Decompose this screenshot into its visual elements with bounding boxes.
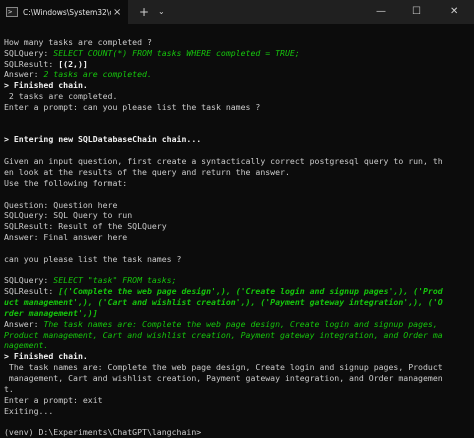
terminal-text: SQLResult: [4,286,59,297]
terminal-line: SQLResult: [('Complete the web page desi… [4,286,470,297]
terminal-line: > Finished chain. [4,80,470,91]
close-window-icon[interactable]: ✕ [450,0,458,24]
new-tab-icon[interactable]: + [139,0,149,24]
cmd-icon: > [6,7,18,17]
terminal-line: (venv) D:\Experiments\ChatGPT\langchain> [4,427,470,438]
terminal-line: SQLQuery: SQL Query to run [4,210,470,221]
terminal-text: Given an input question, first create a … [4,156,443,167]
terminal-line: Use the following format: [4,178,470,189]
terminal-text: > Entering new SQLDatabaseChain chain... [4,134,202,145]
terminal-text: [(2,)] [58,58,88,69]
terminal-line: Answer: Final answer here [4,232,470,243]
terminal-text: 2 tasks are completed. [43,69,152,80]
terminal-line: > Finished chain. [4,351,470,362]
terminal-text: rder management',)] [4,307,98,318]
terminal-text: How many tasks are completed ? [4,36,152,47]
terminal-line: en look at the results of the query and … [4,167,470,178]
terminal-line: Answer: The task names are: Complete the… [4,319,470,330]
terminal-text: management, Cart and wishlist creation, … [4,373,443,383]
terminal-line: uct management',), ('Cart and wishlist c… [4,297,470,308]
terminal-text: t. [4,383,14,394]
terminal-line: nagement. [4,340,470,351]
terminal-output[interactable]: How many tasks are completed ? SQLQuery: … [4,26,470,438]
terminal-text: Enter a prompt: exit [4,394,103,405]
terminal-text: > Finished chain. [4,80,88,91]
terminal-line: SQLResult: [(2,)] [4,59,470,70]
terminal-text: can you please list the task names ? [4,253,182,264]
terminal-text: Answer: [4,318,44,329]
terminal-text: The task names are: Complete the web pag… [43,318,438,329]
close-tab-icon[interactable]: × [113,7,121,18]
terminal-text: nagement. [4,340,49,351]
terminal-line: Question: Question here [4,200,470,211]
terminal-text: SQLQuery: SQL Query to run [4,210,133,221]
terminal-line: Answer: 2 tasks are completed. [4,69,470,80]
terminal-text: Enter a prompt: can you please list the … [4,101,261,112]
terminal-text: Exiting... [4,405,54,416]
terminal-text: SELECT COUNT(*) FROM tasks WHERE complet… [53,47,300,58]
terminal-text: The task names are: Complete the web pag… [4,362,443,373]
terminal-line: SQLResult: Result of the SQLQuery [4,221,470,232]
terminal-line: The task names are: Complete the web pag… [4,362,470,373]
terminal-line: SQLQuery: SELECT COUNT(*) FROM tasks WHE… [4,48,470,59]
terminal-text: > Finished chain. [4,351,88,362]
terminal-text: en look at the results of the query and … [4,166,290,177]
terminal-text: Answer: [4,69,44,80]
terminal-text: SELECT "task" FROM tasks; [53,275,177,286]
terminal-text: [('Complete the web page design',), ('Cr… [58,286,443,297]
minimize-icon[interactable]: — [376,0,386,24]
terminal-line: SQLQuery: SELECT "task" FROM tasks; [4,275,470,286]
terminal-text: SQLQuery: [4,275,54,286]
terminal-text: Question: Question here [4,199,118,210]
tab-cmd[interactable]: > C:\Windows\System32\cmd.e × [0,0,128,24]
terminal-text: uct management',), ('Cart and wishlist c… [4,297,443,308]
terminal-line: management, Cart and wishlist creation, … [4,373,470,384]
terminal-text: Product management, Cart and wishlist cr… [4,329,443,340]
terminal-line: rder management',)] [4,308,470,319]
terminal-text: SQLQuery: [4,47,54,58]
terminal-line: 2 tasks are completed. [4,91,470,102]
terminal-text: 2 tasks are completed. [4,91,118,102]
terminal-text: Answer: Final answer here [4,232,128,243]
title-bar: > C:\Windows\System32\cmd.e × + ⌄ — ☐ ✕ [0,0,474,24]
terminal-text: (venv) D:\Experiments\ChatGPT\langchain> [4,427,202,438]
terminal-line: Enter a prompt: can you please list the … [4,102,470,113]
terminal-line: > Entering new SQLDatabaseChain chain... [4,134,470,145]
terminal-line: can you please list the task names ? [4,254,470,265]
terminal-line: Exiting... [4,406,470,417]
terminal-text: SQLResult: [4,58,59,69]
tab-title: C:\Windows\System32\cmd.e [23,7,111,17]
terminal-text: SQLResult: Result of the SQLQuery [4,221,167,232]
terminal-text: Use the following format: [4,177,128,188]
chevron-down-icon[interactable]: ⌄ [158,0,165,24]
terminal-line: How many tasks are completed ? [4,37,470,48]
terminal-line: t. [4,384,470,395]
maximize-icon[interactable]: ☐ [412,0,421,24]
terminal-line: Product management, Cart and wishlist cr… [4,330,470,341]
terminal-line: Enter a prompt: exit [4,395,470,406]
terminal-line: Given an input question, first create a … [4,156,470,167]
